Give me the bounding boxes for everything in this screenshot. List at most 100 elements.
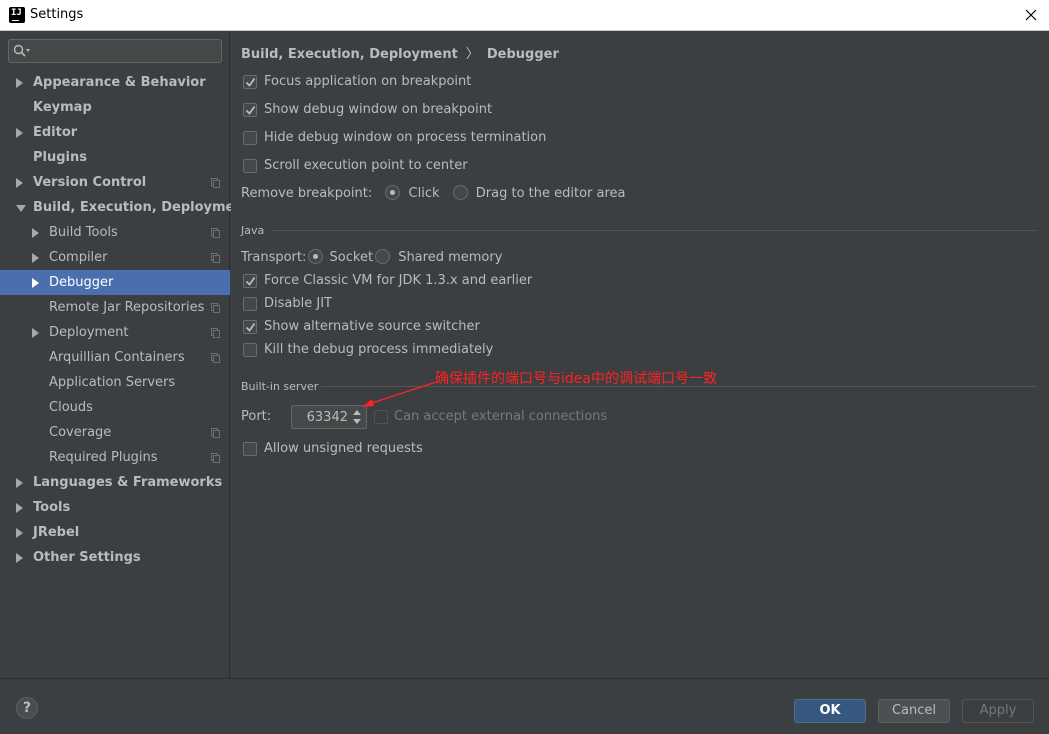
sidebar-item-clouds[interactable]: Clouds — [0, 395, 230, 420]
sidebar-item-version-control[interactable]: Version Control — [0, 170, 230, 195]
chevron-right-icon[interactable] — [16, 553, 23, 563]
sidebar-item-tools[interactable]: Tools — [0, 495, 230, 520]
disable-jit-checkbox[interactable] — [243, 297, 257, 311]
sidebar-item-plugins[interactable]: Plugins — [0, 145, 230, 170]
sidebar-item-required-plugins[interactable]: Required Plugins — [0, 445, 230, 470]
sidebar-item-coverage[interactable]: Coverage — [0, 420, 230, 445]
click-radio[interactable] — [385, 185, 401, 200]
chevron-right-icon[interactable] — [16, 478, 23, 488]
cancel-button[interactable]: Cancel — [878, 699, 950, 723]
sidebar-item-label: Editor — [33, 125, 78, 140]
sidebar-item-build-tools[interactable]: Build Tools — [0, 220, 230, 245]
port-label: Port: — [241, 409, 272, 424]
alt-source-label: Show alternative source switcher — [264, 319, 480, 334]
unsigned-requests-checkbox[interactable] — [243, 442, 257, 456]
sidebar-item-appearance-behavior[interactable]: Appearance & Behavior — [0, 70, 230, 95]
drag-radio-label[interactable]: Drag to the editor area — [476, 186, 626, 201]
kill-process-checkbox[interactable] — [243, 343, 257, 357]
project-settings-icon — [211, 353, 220, 363]
title-bar: IJ Settings — [0, 0, 1049, 31]
sidebar-item-keymap[interactable]: Keymap — [0, 95, 230, 120]
sidebar-item-label: Required Plugins — [49, 450, 158, 465]
sidebar-item-remote-jar-repositories[interactable]: Remote Jar Repositories — [0, 295, 230, 320]
port-spinner-icon[interactable] — [350, 408, 364, 426]
sidebar-item-deployment[interactable]: Deployment — [0, 320, 230, 345]
apply-button[interactable]: Apply — [962, 699, 1034, 723]
project-settings-icon — [211, 303, 220, 313]
transport-row: Transport: Socket Shared memory — [241, 248, 502, 268]
chevron-right-icon[interactable] — [32, 328, 39, 338]
hide-debug-label: Hide debug window on process termination — [264, 130, 547, 145]
chevron-down-icon[interactable] — [16, 205, 26, 212]
remove-breakpoint-row: Remove breakpoint: Click Drag to the edi… — [241, 184, 626, 204]
annotation-arrow-icon — [362, 381, 437, 407]
close-icon[interactable] — [1019, 4, 1043, 26]
focus-app-checkbox[interactable] — [243, 75, 257, 89]
port-row: Port: 63342 Can accept external connecti… — [241, 405, 607, 429]
port-value: 63342 — [306, 410, 348, 425]
sidebar-item-label: Compiler — [49, 250, 108, 265]
scroll-exec-label: Scroll execution point to center — [264, 158, 468, 173]
kill-process-label: Kill the debug process immediately — [264, 342, 494, 357]
show-debug-label: Show debug window on breakpoint — [264, 102, 493, 117]
breadcrumb-parent[interactable]: Build, Execution, Deployment — [241, 47, 458, 62]
sidebar-item-debugger[interactable]: Debugger — [0, 270, 230, 295]
project-settings-icon — [211, 178, 220, 188]
ok-button[interactable]: OK — [794, 699, 866, 723]
disable-jit-label: Disable JIT — [264, 296, 332, 311]
show-debug-checkbox[interactable] — [243, 103, 257, 117]
port-input[interactable]: 63342 — [291, 405, 367, 429]
socket-radio-label[interactable]: Socket — [330, 250, 374, 265]
hide-debug-checkbox[interactable] — [243, 131, 257, 145]
chevron-right-icon[interactable] — [16, 128, 23, 138]
help-icon[interactable]: ? — [16, 697, 38, 719]
sidebar-item-label: Remote Jar Repositories — [49, 300, 205, 315]
sidebar-item-other-settings[interactable]: Other Settings — [0, 545, 230, 570]
annotation-text: 确保插件的端口号与idea中的调试端口号一致 — [435, 371, 717, 387]
sidebar-item-label: Tools — [33, 500, 71, 515]
sidebar-item-label: Appearance & Behavior — [33, 75, 206, 90]
external-connections-checkbox[interactable] — [374, 410, 388, 424]
chevron-right-icon[interactable] — [16, 178, 23, 188]
shared-memory-radio-label[interactable]: Shared memory — [398, 250, 502, 265]
debugger-settings-panel: Build, Execution, Deployment 〉 Debugger Fo… — [231, 31, 1049, 678]
force-classic-checkbox[interactable] — [243, 274, 257, 288]
chevron-right-icon[interactable] — [16, 528, 23, 538]
dialog-footer: ? OK Cancel Apply — [0, 678, 1049, 734]
chevron-right-icon[interactable] — [16, 78, 23, 88]
transport-label: Transport: — [241, 250, 307, 265]
chevron-right-icon[interactable] — [32, 228, 39, 238]
project-settings-icon — [211, 428, 220, 438]
sidebar-item-label: JRebel — [33, 525, 80, 540]
chevron-right-icon[interactable] — [16, 503, 23, 513]
drag-radio[interactable] — [452, 185, 468, 200]
sidebar-item-jrebel[interactable]: JRebel — [0, 520, 230, 545]
sidebar-item-label: Other Settings — [33, 550, 141, 565]
project-settings-icon — [211, 228, 220, 238]
external-connections-label: Can accept external connections — [394, 409, 608, 424]
search-icon — [13, 44, 30, 57]
alt-source-checkbox[interactable] — [243, 320, 257, 334]
sidebar-item-application-servers[interactable]: Application Servers — [0, 370, 230, 395]
sidebar-item-arquillian-containers[interactable]: Arquillian Containers — [0, 345, 230, 370]
java-section-divider — [271, 230, 1037, 231]
sidebar-item-label: Build Tools — [49, 225, 118, 240]
chevron-right-icon[interactable] — [32, 278, 39, 288]
sidebar-item-label: Plugins — [33, 150, 87, 165]
sidebar-item-editor[interactable]: Editor — [0, 120, 230, 145]
search-input[interactable] — [8, 39, 222, 63]
sidebar-item-compiler[interactable]: Compiler — [0, 245, 230, 270]
sidebar-item-build-execution-deployment[interactable]: Build, Execution, Deployment — [0, 195, 250, 220]
click-radio-label[interactable]: Click — [409, 186, 440, 201]
chevron-right-icon[interactable] — [32, 253, 39, 263]
focus-app-label: Focus application on breakpoint — [264, 74, 472, 89]
socket-radio[interactable] — [308, 249, 324, 264]
project-settings-icon — [211, 453, 220, 463]
sidebar-item-label: Deployment — [49, 325, 129, 340]
sidebar-item-label: Version Control — [33, 175, 147, 190]
scroll-exec-checkbox[interactable] — [243, 159, 257, 173]
sidebar-item-languages-frameworks[interactable]: Languages & Frameworks — [0, 470, 230, 495]
sidebar-item-label: Build, Execution, Deployment — [33, 200, 250, 215]
breadcrumb: Build, Execution, Deployment 〉 Debugger — [241, 43, 559, 62]
shared-memory-radio[interactable] — [375, 249, 391, 264]
